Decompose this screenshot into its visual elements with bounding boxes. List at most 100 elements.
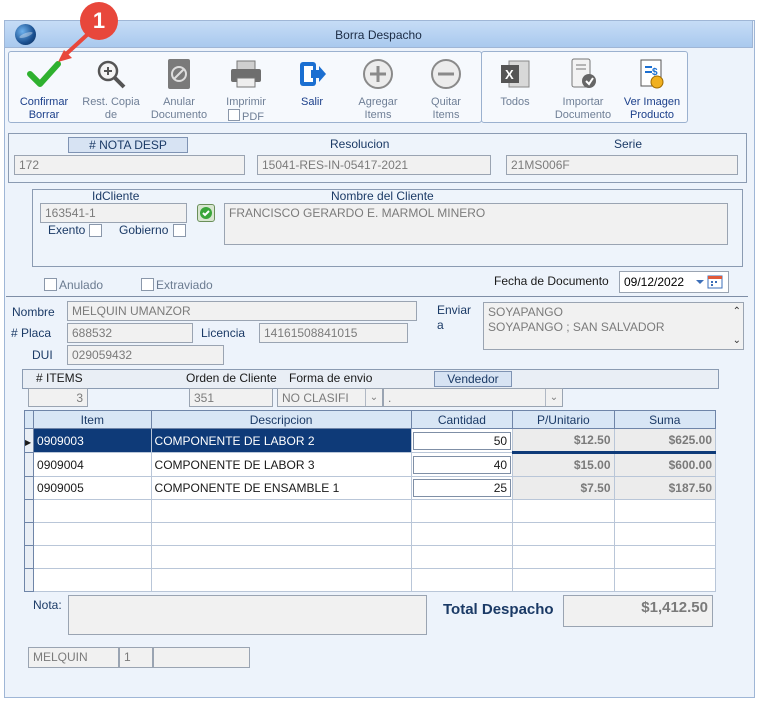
- cell-descripcion[interactable]: COMPONENTE DE LABOR 2: [150, 428, 412, 453]
- nombre-field[interactable]: MELQUIN UMANZOR: [67, 301, 417, 321]
- plus-circle-icon: [363, 59, 393, 89]
- col-item[interactable]: Item: [33, 410, 152, 429]
- minus-circle-icon: [431, 59, 461, 89]
- table-row[interactable]: [23, 499, 717, 523]
- void-document-button[interactable]: Anular Documento: [147, 56, 211, 122]
- table-row[interactable]: ▶ 0909003 COMPONENTE DE LABOR 2 50 $12.5…: [23, 428, 717, 454]
- vendedor-select[interactable]: . ⌄: [383, 388, 563, 407]
- scroll-down-icon[interactable]: ⌄: [733, 333, 741, 348]
- status-user: MELQUIN: [28, 647, 119, 668]
- anulado-label: Anulado: [59, 278, 104, 292]
- enviar-label-2: a: [437, 318, 444, 332]
- nota-desp-field[interactable]: 172: [14, 155, 245, 175]
- client-name-field[interactable]: FRANCISCO GERARDO E. MARMOL MINERO: [224, 203, 728, 245]
- exento-checkbox[interactable]: [89, 224, 102, 237]
- print-button[interactable]: Imprimir PDF: [215, 56, 277, 124]
- import-document-button[interactable]: Importar Documento: [550, 56, 616, 122]
- callout-arrow-icon: [58, 32, 90, 62]
- section-divider: [6, 296, 748, 297]
- exit-button[interactable]: Salir: [283, 56, 341, 109]
- col-descripcion[interactable]: Descripcion: [150, 410, 412, 429]
- idcliente-field[interactable]: 163541-1: [40, 203, 187, 223]
- cell-suma: $600.00: [613, 452, 717, 477]
- idcliente-label: IdCliente: [92, 189, 140, 203]
- cell-item[interactable]: 0909004: [33, 452, 152, 477]
- secondary-toolbar: X Todos Importar Documento $ Ver Imagen …: [481, 51, 688, 123]
- import-document-icon: [571, 58, 596, 88]
- gobierno-checkbox[interactable]: [173, 224, 186, 237]
- exento-label: Exento: [48, 223, 86, 237]
- cell-item[interactable]: 0909003: [33, 428, 152, 453]
- items-count-label: # ITEMS: [36, 371, 83, 385]
- nombre-label: Nombre: [12, 305, 55, 319]
- placa-label: # Placa: [11, 326, 52, 340]
- table-row[interactable]: 0909004 COMPONENTE DE LABOR 3 40 $15.00 …: [23, 452, 717, 477]
- exit-icon: [300, 62, 326, 86]
- extraviado-checkbox[interactable]: [141, 278, 154, 291]
- view-product-image-button[interactable]: $ Ver Imagen Producto: [620, 56, 684, 122]
- licencia-label: Licencia: [201, 326, 246, 340]
- dui-label: DUI: [32, 348, 53, 362]
- orden-cliente-label: Orden de Cliente: [186, 371, 277, 385]
- restore-copy-button[interactable]: Rest. Copia de: [79, 56, 143, 122]
- fecha-label: Fecha de Documento: [494, 274, 609, 288]
- confirm-delete-button[interactable]: Confirmar Borrar: [15, 56, 73, 122]
- col-suma[interactable]: Suma: [613, 410, 717, 429]
- orden-cliente-field[interactable]: 351: [189, 388, 273, 407]
- add-items-button[interactable]: Agregar Items: [347, 56, 409, 122]
- gobierno-label: Gobierno: [119, 223, 169, 237]
- void-document-icon: [168, 59, 190, 89]
- fecha-date-picker[interactable]: 09/12/2022: [619, 271, 729, 293]
- table-row[interactable]: [23, 545, 717, 569]
- forma-envio-label: Forma de envio: [289, 371, 373, 385]
- status-extra: [153, 647, 250, 668]
- row-header-corner: [23, 410, 35, 429]
- cell-punitario: $12.50: [512, 428, 615, 454]
- enviar-address-field[interactable]: SOYAPANGO SOYAPANGO ; SAN SALVADOR ⌃ ⌄: [483, 302, 744, 350]
- table-row[interactable]: 0909005 COMPONENTE DE ENSAMBLE 1 25 $7.5…: [23, 476, 717, 500]
- client-verified-icon: [197, 204, 215, 222]
- forma-envio-select[interactable]: NO CLASIFI ⌄: [277, 388, 383, 407]
- items-grid: Item Descripcion Cantidad P/Unitario Sum…: [23, 410, 717, 592]
- excel-icon: X: [501, 60, 530, 88]
- col-punitario[interactable]: P/Unitario: [512, 410, 615, 429]
- licencia-field[interactable]: 14161508841015: [259, 323, 408, 343]
- pdf-checkbox[interactable]: [228, 109, 240, 121]
- cell-cantidad[interactable]: 25: [410, 476, 514, 500]
- enviar-label-1: Enviar: [437, 303, 472, 317]
- cell-suma: $187.50: [613, 476, 717, 500]
- nota-label: Nota:: [33, 598, 62, 612]
- status-count: 1: [119, 647, 153, 668]
- serie-label: Serie: [614, 137, 643, 151]
- current-row-indicator-icon: ▶: [23, 428, 35, 453]
- zoom-icon: [97, 60, 126, 89]
- cell-descripcion[interactable]: COMPONENTE DE LABOR 3: [150, 452, 412, 477]
- placa-field[interactable]: 688532: [67, 323, 193, 343]
- dui-field[interactable]: 029059432: [67, 345, 224, 365]
- items-count-field[interactable]: 3: [28, 388, 88, 407]
- resolucion-field[interactable]: 15041-RES-IN-05417-2021: [257, 155, 491, 175]
- cell-cantidad[interactable]: 40: [410, 452, 514, 477]
- export-all-button[interactable]: X Todos: [488, 56, 542, 109]
- calendar-dropdown-icon[interactable]: [694, 274, 726, 290]
- col-cantidad[interactable]: Cantidad: [410, 410, 514, 429]
- nota-desp-label: # NOTA DESP: [68, 137, 188, 153]
- table-row[interactable]: [23, 522, 717, 546]
- total-despacho-label: Total Despacho: [443, 601, 554, 618]
- anulado-checkbox[interactable]: [44, 278, 57, 291]
- chevron-down-icon[interactable]: ⌄: [365, 389, 382, 406]
- scroll-up-icon[interactable]: ⌃: [733, 304, 741, 319]
- serie-field[interactable]: 21MS006F: [506, 155, 738, 175]
- cell-item[interactable]: 0909005: [33, 476, 152, 500]
- client-name-label: Nombre del Cliente: [331, 189, 434, 203]
- chevron-down-icon[interactable]: ⌄: [545, 389, 562, 406]
- cell-descripcion[interactable]: COMPONENTE DE ENSAMBLE 1: [150, 476, 412, 500]
- remove-items-button[interactable]: Quitar Items: [415, 56, 477, 122]
- window-title: Borra Despacho: [335, 28, 422, 42]
- cell-punitario: $15.00: [512, 452, 615, 477]
- nota-field[interactable]: [68, 595, 427, 635]
- table-row[interactable]: [23, 568, 717, 592]
- printer-icon: [231, 60, 261, 88]
- invoice-icon: $: [640, 59, 664, 89]
- cell-cantidad[interactable]: 50: [410, 428, 514, 453]
